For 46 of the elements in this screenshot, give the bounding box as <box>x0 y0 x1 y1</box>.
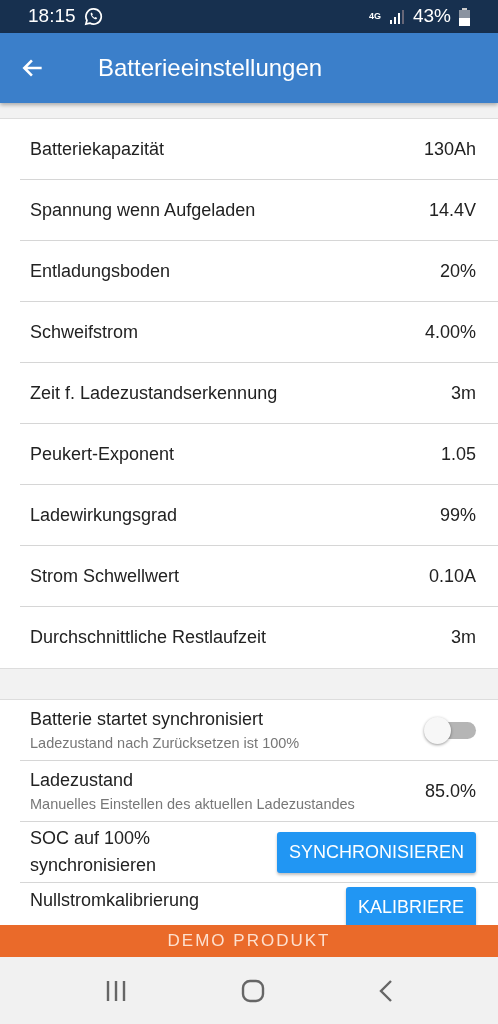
setting-value: 4.00% <box>424 320 476 344</box>
toggle-switch[interactable] <box>424 717 476 743</box>
setting-value: 1.05 <box>440 442 476 466</box>
battery-icon <box>459 7 470 26</box>
home-button[interactable] <box>241 978 265 1003</box>
setting-description: Ladezustand nach Zurücksetzen ist 100% <box>30 733 300 753</box>
setting-row[interactable]: Zeit f. Ladezustandserkennung 3m <box>20 363 498 424</box>
setting-row[interactable]: Ladewirkungsgrad 99% <box>20 485 498 546</box>
setting-value: 99% <box>439 503 476 527</box>
setting-value: 85.0% <box>424 779 476 803</box>
setting-label: Spannung wenn Aufgeladen <box>30 198 256 222</box>
setting-row[interactable]: Durchschnittliche Restlaufzeit 3m <box>20 607 498 668</box>
setting-row[interactable]: Schweifstrom 4.00% <box>20 302 498 363</box>
setting-label: Zeit f. Ladezustandserkennung <box>30 381 278 405</box>
recent-apps-button[interactable] <box>105 979 127 1002</box>
setting-label: Durchschnittliche Restlaufzeit <box>30 626 267 649</box>
setting-row[interactable]: Strom Schwellwert 0.10A <box>20 546 498 607</box>
setting-value: 130Ah <box>423 137 476 161</box>
demo-banner-text: DEMO PRODUKT <box>167 930 331 953</box>
setting-row[interactable]: Batteriekapazität 130Ah <box>20 119 498 180</box>
setting-label: Nullstromkalibrierung <box>30 889 200 912</box>
setting-label: Schweifstrom <box>30 320 139 344</box>
setting-label: SOC auf 100% synchronisieren <box>30 827 158 877</box>
page-title: Batterieeinstellungen <box>98 53 323 83</box>
signal-icon <box>388 9 405 24</box>
setting-label: Batteriekapazität <box>30 137 165 161</box>
setting-description: Manuelles Einstellen des aktuellen Ladezustandes <box>30 794 355 814</box>
chat-icon <box>83 7 103 26</box>
setting-value: 20% <box>439 259 476 283</box>
setting-row[interactable]: Spannung wenn Aufgeladen 14.4V <box>20 180 498 241</box>
clock: 18:15 <box>28 4 76 29</box>
setting-value: 0.10A <box>428 564 476 588</box>
setting-label: Entladungsboden <box>30 259 171 283</box>
setting-label: Ladezustand <box>30 768 135 792</box>
setting-row[interactable]: Entladungsboden 20% <box>20 241 498 302</box>
setting-label: Batterie startet synchronisiert <box>30 707 265 731</box>
setting-label: Peukert-Exponent <box>30 442 175 466</box>
back-nav-button[interactable] <box>379 978 393 1003</box>
setting-row[interactable]: Peukert-Exponent 1.05 <box>20 424 498 485</box>
setting-label: Strom Schwellwert <box>30 564 180 588</box>
setting-value: 14.4V <box>428 198 476 222</box>
setting-value: 3m <box>451 626 476 649</box>
network-label: 4G <box>368 9 381 23</box>
battery-level: 43% <box>412 4 451 29</box>
setting-label: Ladewirkungsgrad <box>30 503 178 527</box>
setting-value: 3m <box>451 381 476 405</box>
